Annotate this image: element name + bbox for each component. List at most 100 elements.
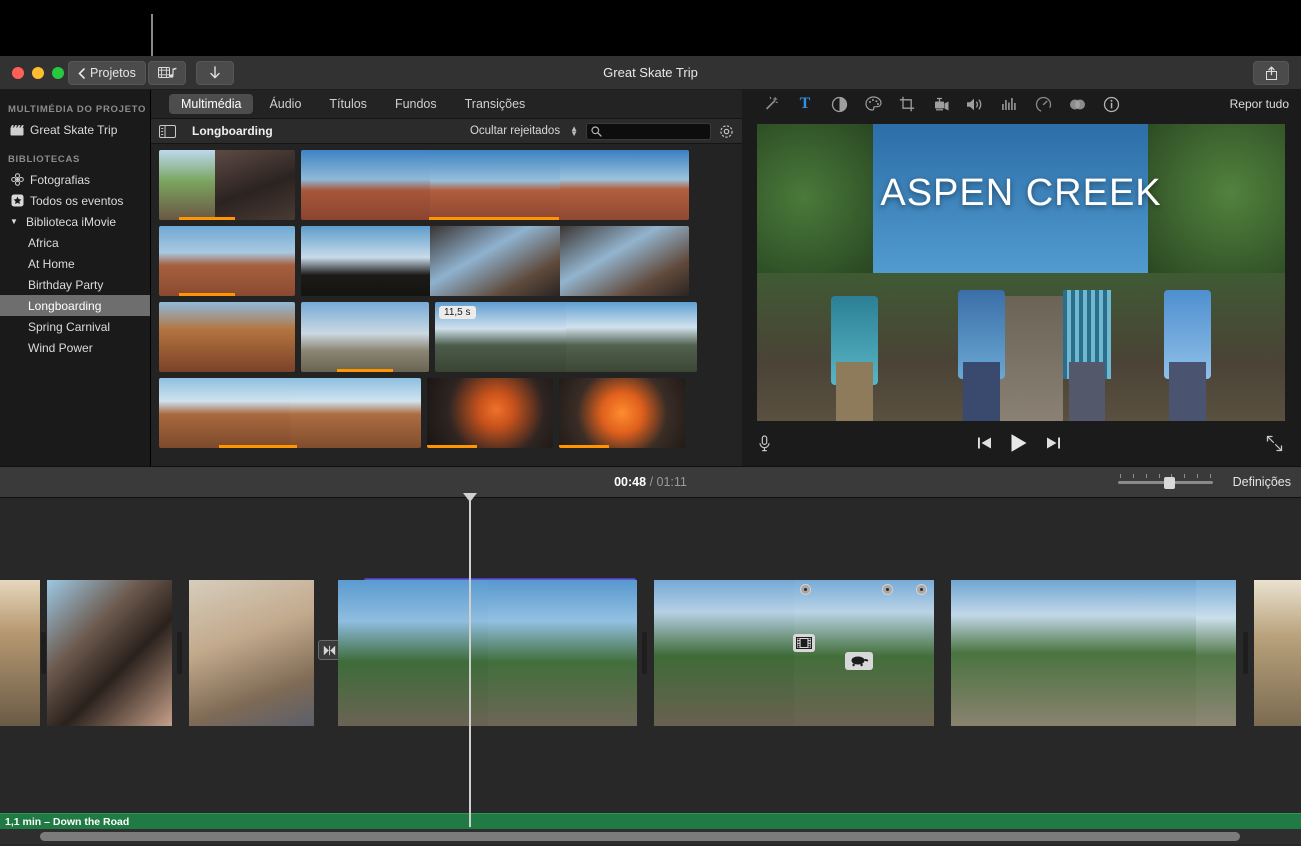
- viewer-pane: T Repor tudo ASPEN CREEK: [742, 90, 1301, 466]
- reset-all-button[interactable]: Repor tudo: [1230, 97, 1289, 111]
- browser-clip[interactable]: [159, 302, 295, 372]
- browser-toolbar: Longboarding Ocultar rejeitados ▲ ▼: [151, 118, 742, 144]
- info-icon[interactable]: [1094, 90, 1128, 118]
- sidebar-item-spring-carnival[interactable]: Spring Carnival: [0, 316, 150, 337]
- browser-filter-label[interactable]: Ocultar rejeitados: [470, 125, 560, 137]
- playhead[interactable]: [469, 494, 471, 827]
- share-upload-icon: [1265, 65, 1278, 81]
- libraries-sidebar: MULTIMÉDIA DO PROJETO Great Skate Trip B…: [0, 90, 151, 466]
- timeline-clip[interactable]: [47, 580, 172, 726]
- transport-controls: [771, 433, 1266, 453]
- up-down-stepper-icon[interactable]: ▲ ▼: [570, 125, 578, 138]
- timeline-settings-button[interactable]: Definições: [1233, 475, 1291, 489]
- turtle-slow-motion-icon[interactable]: [845, 652, 873, 670]
- tab-titulos[interactable]: Títulos: [317, 94, 379, 114]
- sidebar-section-libraries: BIBLIOTECAS: [8, 154, 81, 165]
- tab-multimedia[interactable]: Multimédia: [169, 94, 254, 114]
- photos-flower-icon: [10, 173, 24, 187]
- clip-keyframe-dot[interactable]: [800, 584, 811, 595]
- browser-clip[interactable]: [427, 378, 553, 448]
- volume-speaker-icon[interactable]: [958, 90, 992, 118]
- noise-reduction-equalizer-icon[interactable]: [992, 90, 1026, 118]
- timeline-pane[interactable]: 2,2 s – ASPEN CREE...: [0, 493, 1301, 846]
- star-box-icon: [10, 194, 24, 208]
- transition-icon[interactable]: [318, 640, 340, 660]
- total-time: 01:11: [656, 475, 687, 489]
- timeline-toolbar: 00:48 / 01:11 Definições: [0, 466, 1301, 498]
- browser-clip[interactable]: [159, 378, 421, 448]
- microphone-icon[interactable]: [758, 434, 771, 452]
- sidebar-toggle-icon[interactable]: [159, 124, 176, 138]
- sidebar-section-project: MULTIMÉDIA DO PROJETO: [8, 104, 147, 115]
- sidebar-item-project[interactable]: Great Skate Trip: [0, 119, 150, 140]
- disclosure-triangle-icon[interactable]: ▼: [10, 217, 20, 226]
- imovie-window: Projetos Great Skate Trip MULTIMÉDIA DO …: [0, 0, 1301, 846]
- clip-filter-icon[interactable]: [1060, 90, 1094, 118]
- timeline-clip-track: [0, 580, 1301, 732]
- timeline-audio-clip[interactable]: 1,1 min – Down the Road: [0, 813, 1301, 829]
- sidebar-item-fotografias[interactable]: Fotografias: [0, 169, 150, 190]
- zoom-slider[interactable]: [1118, 474, 1213, 489]
- timecode-separator: /: [649, 475, 654, 489]
- window-title: Great Skate Trip: [603, 65, 698, 80]
- skip-to-start-icon[interactable]: [977, 436, 992, 450]
- browser-clip[interactable]: [559, 378, 685, 448]
- tab-fundos[interactable]: Fundos: [383, 94, 449, 114]
- fullscreen-icon[interactable]: [1266, 435, 1283, 452]
- browser-clip[interactable]: [301, 150, 689, 220]
- sidebar-item-africa[interactable]: Africa: [0, 232, 150, 253]
- browser-clip[interactable]: [159, 150, 295, 220]
- timeline-clip[interactable]: [1254, 580, 1301, 726]
- sidebar-item-wind-power[interactable]: Wind Power: [0, 337, 150, 358]
- crop-filmstrip-badge-icon[interactable]: [793, 634, 815, 652]
- timeline-clip[interactable]: [338, 580, 637, 726]
- browser-clip[interactable]: [159, 226, 295, 296]
- crop-icon[interactable]: [890, 90, 924, 118]
- zoom-slider-track[interactable]: [1118, 477, 1213, 489]
- viewer-canvas[interactable]: ASPEN CREEK: [757, 124, 1285, 421]
- viewer-playback-controls: [742, 426, 1301, 460]
- sidebar-item-todos-os-eventos[interactable]: Todos os eventos: [0, 190, 150, 211]
- gear-icon[interactable]: [719, 124, 734, 139]
- tab-transicoes[interactable]: Transições: [453, 94, 538, 114]
- sidebar-item-africa-label: Africa: [28, 235, 59, 250]
- timeline-clip[interactable]: [951, 580, 1236, 726]
- timeline-clip[interactable]: [0, 580, 40, 726]
- browser-clip[interactable]: [301, 226, 689, 296]
- sidebar-item-todos-os-eventos-label: Todos os eventos: [30, 193, 124, 208]
- tab-audio[interactable]: Áudio: [257, 94, 313, 114]
- enhance-magic-wand-icon[interactable]: [754, 90, 788, 118]
- timeline-clip[interactable]: [189, 580, 314, 726]
- stabilization-camera-icon[interactable]: [924, 90, 958, 118]
- color-correction-palette-icon[interactable]: [856, 90, 890, 118]
- color-balance-icon[interactable]: [822, 90, 856, 118]
- play-icon[interactable]: [1010, 433, 1028, 453]
- clip-keyframe-dot[interactable]: [882, 584, 893, 595]
- search-input[interactable]: [586, 122, 711, 140]
- title-text-icon[interactable]: T: [788, 90, 822, 118]
- sidebar-item-biblioteca-imovie[interactable]: ▼ Biblioteca iMovie: [0, 211, 150, 232]
- callout-line: [151, 14, 153, 58]
- title-bar: Projetos Great Skate Trip: [0, 56, 1301, 90]
- scrollbar-thumb[interactable]: [40, 832, 1240, 841]
- zoom-slider-knob[interactable]: [1164, 477, 1175, 489]
- browser-clip-grid: 11,5 s: [151, 144, 742, 466]
- browser-event-title: Longboarding: [192, 124, 273, 138]
- sidebar-item-spring-carnival-label: Spring Carnival: [28, 319, 111, 334]
- speed-gauge-icon[interactable]: [1026, 90, 1060, 118]
- browser-clip[interactable]: 11,5 s: [435, 302, 697, 372]
- share-button[interactable]: [1253, 61, 1289, 85]
- sidebar-item-at-home[interactable]: At Home: [0, 253, 150, 274]
- timeline-horizontal-scrollbar[interactable]: [0, 829, 1301, 844]
- sidebar-item-at-home-label: At Home: [28, 256, 75, 271]
- sidebar-item-birthday-party[interactable]: Birthday Party: [0, 274, 150, 295]
- sidebar-item-longboarding-label: Longboarding: [28, 298, 102, 313]
- sidebar-item-longboarding[interactable]: Longboarding: [0, 295, 150, 316]
- skip-to-end-icon[interactable]: [1046, 436, 1061, 450]
- sidebar-item-wind-power-label: Wind Power: [28, 340, 93, 355]
- media-browser: Multimédia Áudio Títulos Fundos Transiçõ…: [151, 90, 742, 466]
- timeline-clip[interactable]: [654, 580, 934, 726]
- clip-keyframe-dot[interactable]: [916, 584, 927, 595]
- current-time: 00:48: [614, 475, 647, 489]
- browser-clip[interactable]: [301, 302, 429, 372]
